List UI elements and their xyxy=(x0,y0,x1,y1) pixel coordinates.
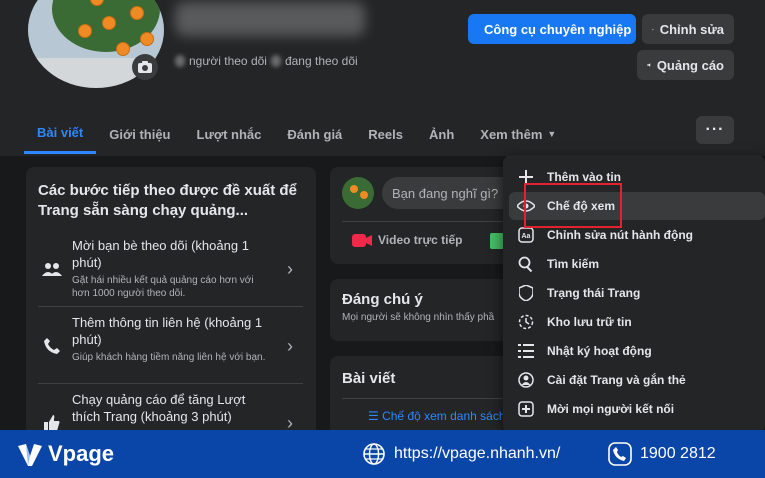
brand-name: Vpage xyxy=(48,441,115,466)
ads-label: Quảng cáo xyxy=(656,57,724,73)
step-subtitle: Giúp khách hàng tiềm năng liên hệ với bạ… xyxy=(72,352,266,363)
caret-down-icon: ▼ xyxy=(547,129,557,139)
phone-icon xyxy=(40,334,64,358)
globe-icon xyxy=(363,443,385,465)
step-add-contact[interactable]: Thêm thông tin liên hệ (khoảng 1 phút) G… xyxy=(38,314,303,384)
step-subtitle: Gặt hái nhiều kết quả quảng cáo hơn với … xyxy=(72,275,254,299)
photo-icon[interactable] xyxy=(490,233,504,249)
professional-tools-button[interactable]: Công cụ chuyên nghiệp xyxy=(468,14,636,44)
megaphone-icon xyxy=(647,63,651,67)
posts-title: Bài viết xyxy=(342,370,396,387)
list-icon xyxy=(515,340,537,362)
step-title: Chạy quảng cáo để tăng Lượt thích Trang … xyxy=(72,392,246,424)
menu-item-label: Thêm vào tin xyxy=(547,170,622,184)
tab-photos[interactable]: Ảnh xyxy=(416,114,467,154)
tab-mentions[interactable]: Lượt nhắc xyxy=(184,114,275,154)
menu-item-label: Kho lưu trữ tin xyxy=(547,315,632,329)
composer-avatar xyxy=(342,177,374,209)
step-invite-friends[interactable]: Mời bạn bè theo dõi (khoảng 1 phút) Gặt … xyxy=(38,237,303,307)
website-url: https://vpage.nhanh.vn/ xyxy=(394,445,561,462)
tab-reviews[interactable]: Đánh giá xyxy=(274,114,355,154)
vpage-logo-icon xyxy=(18,444,42,466)
menu-item-label: Mời mọi người kết nối xyxy=(547,402,675,416)
search-icon xyxy=(515,253,537,275)
vpage-logo[interactable]: Vpage xyxy=(16,440,114,468)
menu-item-label: Chỉnh sửa nút hành động xyxy=(547,228,694,242)
menu-item-label: Trạng thái Trang xyxy=(547,286,641,300)
menu-item-label: Tìm kiếm xyxy=(547,257,600,271)
follower-stats: người theo dõi đang theo dõi xyxy=(175,54,358,68)
list-view-icon: ☰ xyxy=(368,409,383,423)
list-view-label: Chế độ xem danh sách xyxy=(382,409,506,423)
suggested-steps-card: Các bước tiếp theo được đề xuất để Trang… xyxy=(26,167,316,437)
edit-button[interactable]: Chỉnh sửa xyxy=(642,14,734,44)
pencil-icon xyxy=(652,28,654,30)
tab-about[interactable]: Giới thiệu xyxy=(96,114,183,154)
page-name-redacted xyxy=(175,2,365,36)
menu-item-page-status[interactable]: Trạng thái Trang xyxy=(509,279,765,307)
suggested-steps-title: Các bước tiếp theo được đề xuất để Trang… xyxy=(38,182,297,219)
highlights-title: Đáng chú ý xyxy=(342,291,423,308)
page-tabs: Bài viết Giới thiệu Lượt nhắc Đánh giá R… xyxy=(24,114,569,154)
video-camera-icon xyxy=(352,233,372,247)
promo-footer: Vpage https://vpage.nhanh.vn/ 1900 2812 xyxy=(0,430,765,478)
live-video-label: Video trực tiếp xyxy=(378,233,463,247)
facebook-page-screen: người theo dõi đang theo dõi Công cụ chu… xyxy=(0,0,765,478)
menu-item-invite-connect[interactable]: Mời mọi người kết nối xyxy=(509,395,765,423)
phone-icon xyxy=(608,442,632,466)
chevron-right-icon: › xyxy=(287,259,293,279)
people-icon xyxy=(40,257,64,281)
followers-label: người theo dõi xyxy=(189,54,267,68)
menu-item-search[interactable]: Tìm kiếm xyxy=(509,250,765,278)
highlights-subtitle: Mọi người sẽ không nhìn thấy phầ xyxy=(342,312,495,323)
menu-item-label: Cài đặt Trang và gắn thẻ xyxy=(547,373,686,387)
connect-icon xyxy=(515,398,537,420)
shield-icon xyxy=(515,282,537,304)
menu-item-activity-log[interactable]: Nhật ký hoạt động xyxy=(509,337,765,365)
settings-person-icon xyxy=(515,369,537,391)
menu-item-label: Nhật ký hoạt động xyxy=(547,344,652,358)
tab-see-more[interactable]: Xem thêm ▼ xyxy=(467,114,569,154)
step-title: Thêm thông tin liên hệ (khoảng 1 phút) xyxy=(72,315,263,347)
ads-button[interactable]: Quảng cáo xyxy=(637,50,734,80)
tab-reels[interactable]: Reels xyxy=(355,114,416,154)
following-label: đang theo dõi xyxy=(284,54,358,68)
step-title: Mời bạn bè theo dõi (khoảng 1 phút) xyxy=(72,238,249,270)
archive-icon xyxy=(515,311,537,333)
professional-tools-label: Công cụ chuyên nghiệp xyxy=(484,21,632,37)
highlight-box xyxy=(524,183,622,228)
hotline[interactable]: 1900 2812 xyxy=(608,442,716,466)
svg-text:Aa: Aa xyxy=(522,233,531,240)
website-link[interactable]: https://vpage.nhanh.vn/ xyxy=(362,442,560,466)
list-view-link[interactable]: ☰ Chế độ xem danh sách xyxy=(368,409,506,423)
see-more-label: Xem thêm xyxy=(480,126,543,142)
tab-posts[interactable]: Bài viết xyxy=(24,114,97,154)
edit-label: Chỉnh sửa xyxy=(659,21,724,37)
menu-item-page-settings[interactable]: Cài đặt Trang và gắn thẻ xyxy=(509,366,765,394)
menu-item-story-archive[interactable]: Kho lưu trữ tin xyxy=(509,308,765,336)
more-options-button[interactable]: ··· xyxy=(696,116,734,144)
hotline-number: 1900 2812 xyxy=(640,445,716,462)
chevron-right-icon: › xyxy=(287,336,293,356)
live-video-button[interactable]: Video trực tiếp xyxy=(352,233,463,247)
camera-icon[interactable] xyxy=(132,54,158,80)
